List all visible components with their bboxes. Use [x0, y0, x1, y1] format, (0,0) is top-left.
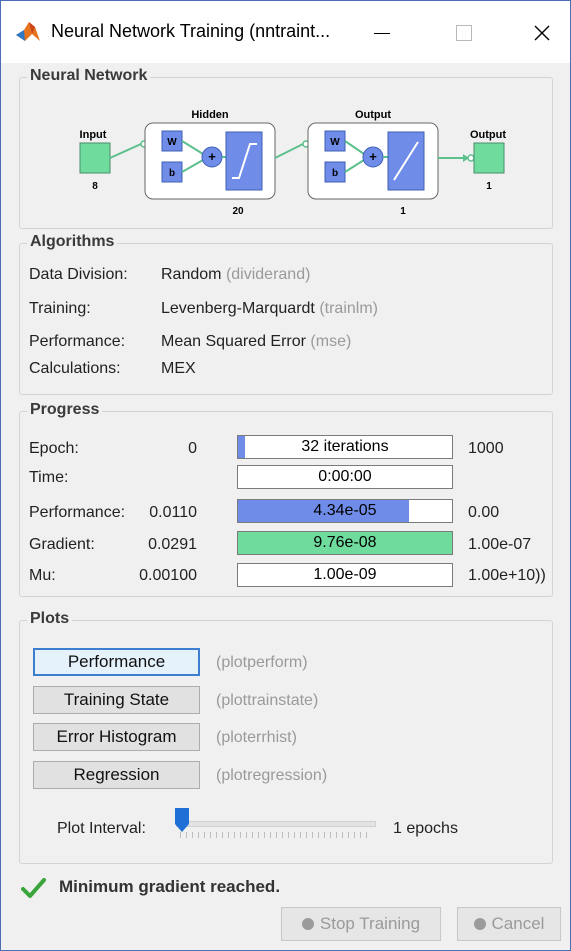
- output-layer-label: Output: [355, 109, 391, 121]
- time-progress-bar: 0:00:00: [237, 465, 453, 489]
- time-bar-text: 0:00:00: [318, 468, 372, 485]
- plot-interval-value: 1 epochs: [393, 820, 458, 837]
- mu-bar-text: 1.00e-09: [313, 566, 377, 583]
- plots-panel: Plots Performance (plotperform) Training…: [19, 610, 553, 864]
- slider-track: [176, 821, 376, 827]
- input-block: [79, 142, 111, 174]
- slider-ticks: [180, 832, 372, 838]
- mu-progress-bar: 1.00e-09: [237, 563, 453, 587]
- performance-plot-button[interactable]: Performance: [33, 648, 200, 676]
- network-panel: Neural Network Input 8 Hidden W b + 20 O…: [19, 67, 553, 229]
- algorithms-panel: Algorithms Data Division: Random (divide…: [19, 233, 553, 395]
- plot-interval-slider[interactable]: [174, 807, 376, 843]
- output-weight-label: W: [330, 137, 340, 148]
- algorithms-panel-title: Algorithms: [27, 233, 118, 251]
- progress-start-gradient: 0.0291: [148, 536, 197, 553]
- minimize-button[interactable]: [359, 15, 405, 51]
- progress-label-time: Time:: [29, 469, 69, 486]
- slider-thumb[interactable]: [174, 807, 190, 833]
- cancel-button[interactable]: Cancel: [457, 907, 561, 941]
- performance-bar-text: 4.34e-05: [313, 502, 377, 519]
- status-message: Minimum gradient reached.: [59, 877, 281, 896]
- progress-start-mu: 0.00100: [139, 567, 197, 584]
- progress-end-epoch: 1000: [468, 440, 504, 457]
- progress-end-mu: 1.00e+10)): [468, 567, 546, 584]
- cancel-label: Cancel: [491, 914, 545, 933]
- hidden-weight-label: W: [167, 137, 177, 148]
- close-button[interactable]: [519, 15, 565, 51]
- hidden-label: Hidden: [191, 109, 229, 121]
- progress-end-gradient: 1.00e-07: [468, 536, 532, 553]
- training-state-plot-button[interactable]: Training State: [33, 686, 200, 714]
- algo-label-performance: Performance:: [29, 333, 126, 350]
- output-layer-size: 1: [400, 206, 406, 217]
- progress-label-gradient: Gradient:: [29, 536, 95, 553]
- output-block: [473, 142, 505, 174]
- progress-label-performance: Performance:: [29, 504, 126, 521]
- hidden-bias-label: b: [169, 168, 175, 179]
- input-size: 8: [92, 181, 98, 192]
- ploterrhist-hint: (ploterrhist): [216, 729, 297, 746]
- plottrainstate-hint: (plottrainstate): [216, 692, 319, 709]
- algo-label-calculations: Calculations:: [29, 360, 121, 377]
- progress-start-performance: 0.0110: [149, 504, 197, 521]
- progress-label-mu: Mu:: [29, 567, 56, 584]
- cancel-icon: [473, 918, 486, 930]
- stop-training-label: Stop Training: [319, 914, 421, 933]
- matlab-icon: [16, 22, 40, 41]
- algo-label-division: Data Division:: [29, 266, 128, 283]
- progress-panel-title: Progress: [27, 401, 103, 419]
- maximize-icon: [456, 25, 472, 41]
- performance-progress-bar: 4.34e-05: [237, 499, 453, 523]
- plot-interval-label: Plot Interval:: [57, 820, 146, 837]
- progress-panel: Progress Epoch: 0 32 iterations 1000 Tim…: [19, 401, 553, 597]
- gradient-bar-text: 9.76e-08: [313, 534, 377, 551]
- algo-value-calculations: MEX: [161, 360, 196, 377]
- algo-label-training: Training:: [29, 300, 91, 317]
- gradient-progress-bar: 9.76e-08: [237, 531, 453, 555]
- plotregression-hint: (plotregression): [216, 767, 328, 784]
- minimize-icon: [374, 32, 390, 34]
- epoch-progress-bar: 32 iterations: [237, 435, 453, 459]
- window-title: Neural Network Training (nntraint...: [51, 21, 331, 41]
- algo-value-division: Random (dividerand): [161, 266, 311, 283]
- progress-label-epoch: Epoch:: [29, 440, 79, 457]
- output-label: Output: [470, 129, 506, 141]
- algo-value-training: Levenberg-Marquardt (trainlm): [161, 300, 378, 317]
- progress-end-performance: 0.00: [468, 504, 500, 521]
- progress-start-epoch: 0: [188, 440, 197, 457]
- output-bias-label: b: [332, 168, 338, 179]
- plotperform-hint: (plotperform): [216, 654, 308, 671]
- title-bar: Neural Network Training (nntraint...: [1, 1, 570, 63]
- maximize-button[interactable]: [441, 15, 487, 51]
- hidden-sum-label: +: [208, 149, 216, 164]
- output-size: 1: [486, 181, 492, 192]
- plots-panel-title: Plots: [27, 610, 73, 628]
- algo-value-performance: Mean Squared Error (mse): [161, 333, 352, 350]
- epoch-bar-text: 32 iterations: [301, 438, 389, 455]
- hidden-size: 20: [232, 206, 244, 217]
- output-sum-label: +: [369, 149, 377, 164]
- network-diagram: Input 8 Hidden W b + 20 Output W b + 1 O…: [79, 109, 506, 217]
- training-window: Neural Network Training (nntraint... Neu…: [0, 0, 571, 951]
- error-histogram-plot-button[interactable]: Error Histogram: [33, 723, 200, 751]
- regression-plot-button[interactable]: Regression: [33, 761, 200, 789]
- close-icon: [534, 25, 550, 41]
- stop-training-button[interactable]: Stop Training: [281, 907, 441, 941]
- stop-icon: [301, 918, 314, 930]
- checkmark-icon: [21, 878, 46, 898]
- input-label: Input: [80, 129, 107, 141]
